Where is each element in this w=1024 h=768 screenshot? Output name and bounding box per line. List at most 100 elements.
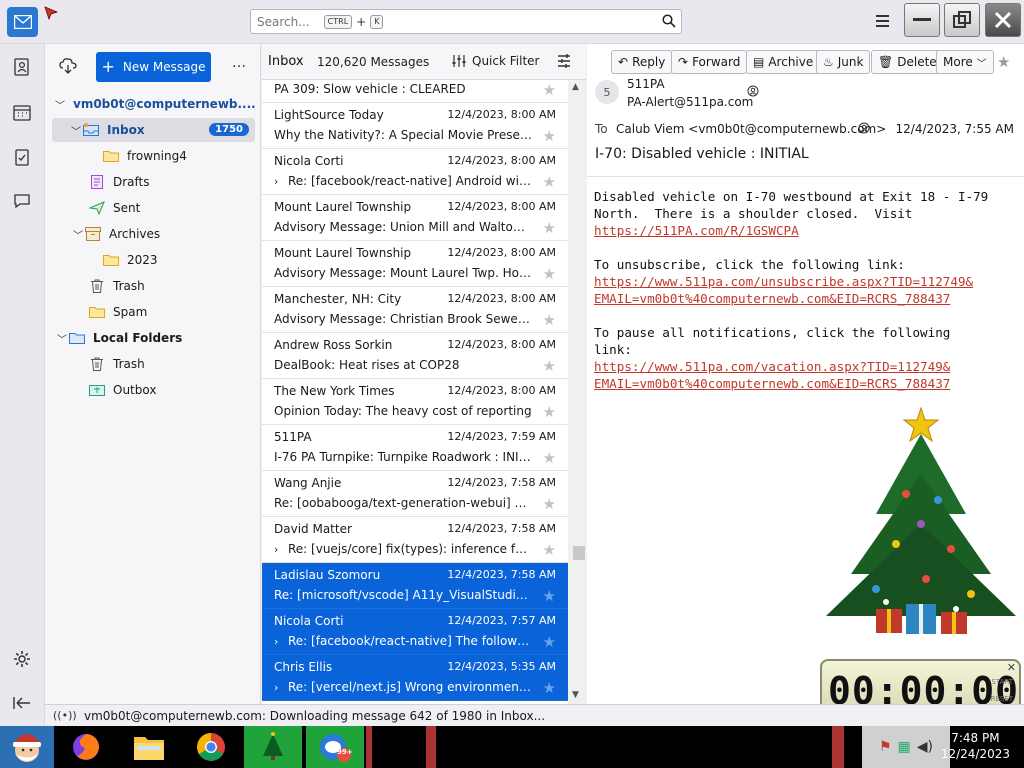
search-icon[interactable] (662, 14, 676, 31)
get-messages-icon[interactable] (59, 57, 79, 77)
scroll-up-arrow-icon[interactable]: ▲ (572, 82, 579, 92)
star-icon[interactable]: ★ (543, 219, 556, 237)
file-explorer-icon[interactable] (128, 726, 170, 768)
network-icon[interactable]: ▦ (898, 739, 911, 755)
message-row[interactable]: Wang Anjie 12/4/2023, 7:58 AM Re: [oobaboo… (262, 471, 568, 517)
system-tray[interactable]: ⚑ ▦ ◀) (862, 726, 950, 768)
message-row[interactable]: Mount Laurel Township 12/4/2023, 8:00 AM A… (262, 195, 568, 241)
folder-sent[interactable]: Sent (89, 196, 140, 220)
account-row[interactable]: ﹀ vm0b0t@computernewb.... (55, 92, 256, 116)
junk-button[interactable]: ♨ Junk (816, 50, 871, 74)
star-icon[interactable]: ★ (543, 173, 556, 191)
body-link[interactable]: https://511PA.com/R/1GSWCPA (594, 223, 799, 238)
more-actions-button[interactable]: More ﹀ (936, 50, 994, 74)
message-row[interactable]: David Matter 12/4/2023, 7:58 AM › Re: [vuej… (262, 517, 568, 563)
thread-expand-chevron-icon[interactable]: › (274, 635, 288, 648)
volume-icon[interactable]: ◀) (917, 739, 933, 755)
delete-button[interactable]: 🗑︎ Delete (871, 50, 944, 74)
message-row[interactable]: Andrew Ross Sorkin 12/4/2023, 8:00 AM Deal… (262, 333, 568, 379)
list-display-options-icon[interactable] (557, 54, 573, 70)
settings-gear-icon[interactable] (11, 648, 33, 670)
star-icon[interactable]: ★ (543, 81, 556, 99)
folder-trash[interactable]: Trash (89, 274, 145, 298)
app-menu-button[interactable] (870, 10, 894, 32)
folder-spam[interactable]: Spam (89, 300, 147, 324)
message-row[interactable]: Chris Ellis 12/4/2023, 5:35 AM › Re: [verce… (262, 655, 568, 701)
message-row[interactable]: Ladislau Szomoru 12/4/2023, 7:58 AM Re: [m… (262, 563, 568, 609)
star-message-icon[interactable]: ★ (997, 53, 1010, 71)
folder-local-trash[interactable]: Trash (89, 352, 145, 376)
star-icon[interactable]: ★ (543, 495, 556, 513)
new-message-button[interactable]: + New Message (96, 52, 211, 82)
restore-button[interactable] (944, 3, 980, 37)
message-row[interactable]: Nicola Corti 12/4/2023, 8:00 AM › Re: [face… (262, 149, 568, 195)
folder-inbox[interactable]: ﹀ Inbox 1750 (52, 118, 255, 142)
firefox-icon[interactable] (65, 726, 107, 768)
scrollbar-thumb[interactable] (573, 546, 585, 560)
collapse-chevron-icon[interactable]: ﹀ (55, 97, 65, 112)
from-address[interactable]: PA-Alert@511pa.com (627, 95, 753, 109)
local-folders-row[interactable]: ﹀ Local Folders (55, 326, 182, 350)
folder-outbox[interactable]: Outbox (89, 378, 156, 402)
thread-expand-chevron-icon[interactable]: › (274, 543, 288, 556)
star-icon[interactable]: ★ (543, 679, 556, 697)
tasks-icon[interactable] (11, 146, 33, 168)
collapse-chevron-icon[interactable]: ﹀ (69, 123, 83, 138)
star-icon[interactable]: ★ (543, 357, 556, 375)
error-flag-icon[interactable]: ⚑ (879, 739, 892, 755)
message-row[interactable]: The New York Times 12/4/2023, 8:00 AM Opin… (262, 379, 568, 425)
unsubscribe-link[interactable]: EMAIL=vm0b0t%40computernewb.com&EID=RCRS… (594, 291, 950, 306)
address-book-icon[interactable] (11, 56, 33, 78)
star-icon[interactable]: ★ (543, 633, 556, 651)
chat-app-icon[interactable]: 99+ (306, 726, 364, 768)
timer-start-label[interactable]: START (991, 678, 1013, 686)
contact-icon[interactable] (858, 122, 870, 137)
add-contact-icon[interactable] (747, 85, 759, 100)
star-icon[interactable]: ★ (543, 311, 556, 329)
from-name[interactable]: 511PA (627, 77, 665, 91)
star-icon[interactable]: ★ (543, 541, 556, 559)
christmas-tree-app-icon[interactable] (244, 726, 302, 768)
start-button-santa-icon[interactable] (0, 726, 54, 768)
taskbar-clock[interactable]: 7:48 PM 12/24/2023 (941, 730, 1010, 762)
folder-2023[interactable]: 2023 (103, 248, 158, 272)
folder-pane-more-button[interactable]: … (229, 56, 249, 74)
message-row[interactable]: 511PA 12/4/2023, 7:59 AM I-76 PA Turnpike:… (262, 425, 568, 471)
to-recipient[interactable]: Calub Viem <vm0b0t@computernewb.com> (616, 122, 886, 136)
star-icon[interactable]: ★ (543, 403, 556, 421)
message-row[interactable]: Manchester, NH: City 12/4/2023, 8:00 AM Ad… (262, 287, 568, 333)
minimize-button[interactable] (904, 3, 940, 37)
calendar-icon[interactable] (11, 101, 33, 123)
search-input[interactable]: Search... CTRL + K (250, 9, 682, 34)
thread-expand-chevron-icon[interactable]: › (274, 175, 288, 188)
star-icon[interactable]: ★ (543, 587, 556, 605)
timer-reset-label[interactable]: RESET (991, 695, 1013, 703)
folder-frowning4[interactable]: frowning4 (103, 144, 187, 168)
message-list-scrollbar[interactable]: ▲ ▼ (568, 80, 586, 704)
star-icon[interactable]: ★ (543, 127, 556, 145)
pause-notifications-link[interactable]: EMAIL=vm0b0t%40computernewb.com&EID=RCRS… (594, 376, 950, 391)
collapse-toolbar-icon[interactable] (11, 692, 33, 714)
folder-drafts[interactable]: Drafts (89, 170, 150, 194)
pause-notifications-link[interactable]: https://www.511pa.com/vacation.aspx?TID=… (594, 359, 950, 374)
unsubscribe-link[interactable]: https://www.511pa.com/unsubscribe.aspx?T… (594, 274, 973, 289)
collapse-chevron-icon[interactable]: ﹀ (71, 227, 85, 242)
scroll-down-arrow-icon[interactable]: ▼ (572, 690, 579, 700)
star-icon[interactable]: ★ (543, 449, 556, 467)
reply-button[interactable]: ↶ Reply (611, 50, 673, 74)
archive-button[interactable]: ▤ Archive (746, 50, 821, 74)
forward-button[interactable]: ↷ Forward (671, 50, 748, 74)
close-window-button[interactable] (985, 3, 1021, 37)
chat-icon[interactable] (11, 190, 33, 212)
close-icon[interactable]: ✕ (1007, 661, 1016, 674)
collapse-chevron-icon[interactable]: ﹀ (55, 331, 69, 346)
message-row[interactable]: PA 309: Slow vehicle : CLEARED ★ (262, 80, 568, 103)
quick-filter-button[interactable]: Quick Filter (452, 54, 539, 68)
message-row[interactable]: LightSource Today 12/4/2023, 8:00 AM Why t… (262, 103, 568, 149)
star-icon[interactable]: ★ (543, 265, 556, 283)
chrome-icon[interactable] (190, 726, 232, 768)
message-row[interactable]: Mount Laurel Township 12/4/2023, 8:00 AM A… (262, 241, 568, 287)
mail-space-icon[interactable] (7, 7, 38, 37)
message-row[interactable]: Nicola Corti 12/4/2023, 7:57 AM › Re: [face… (262, 609, 568, 655)
thread-expand-chevron-icon[interactable]: › (274, 681, 288, 694)
